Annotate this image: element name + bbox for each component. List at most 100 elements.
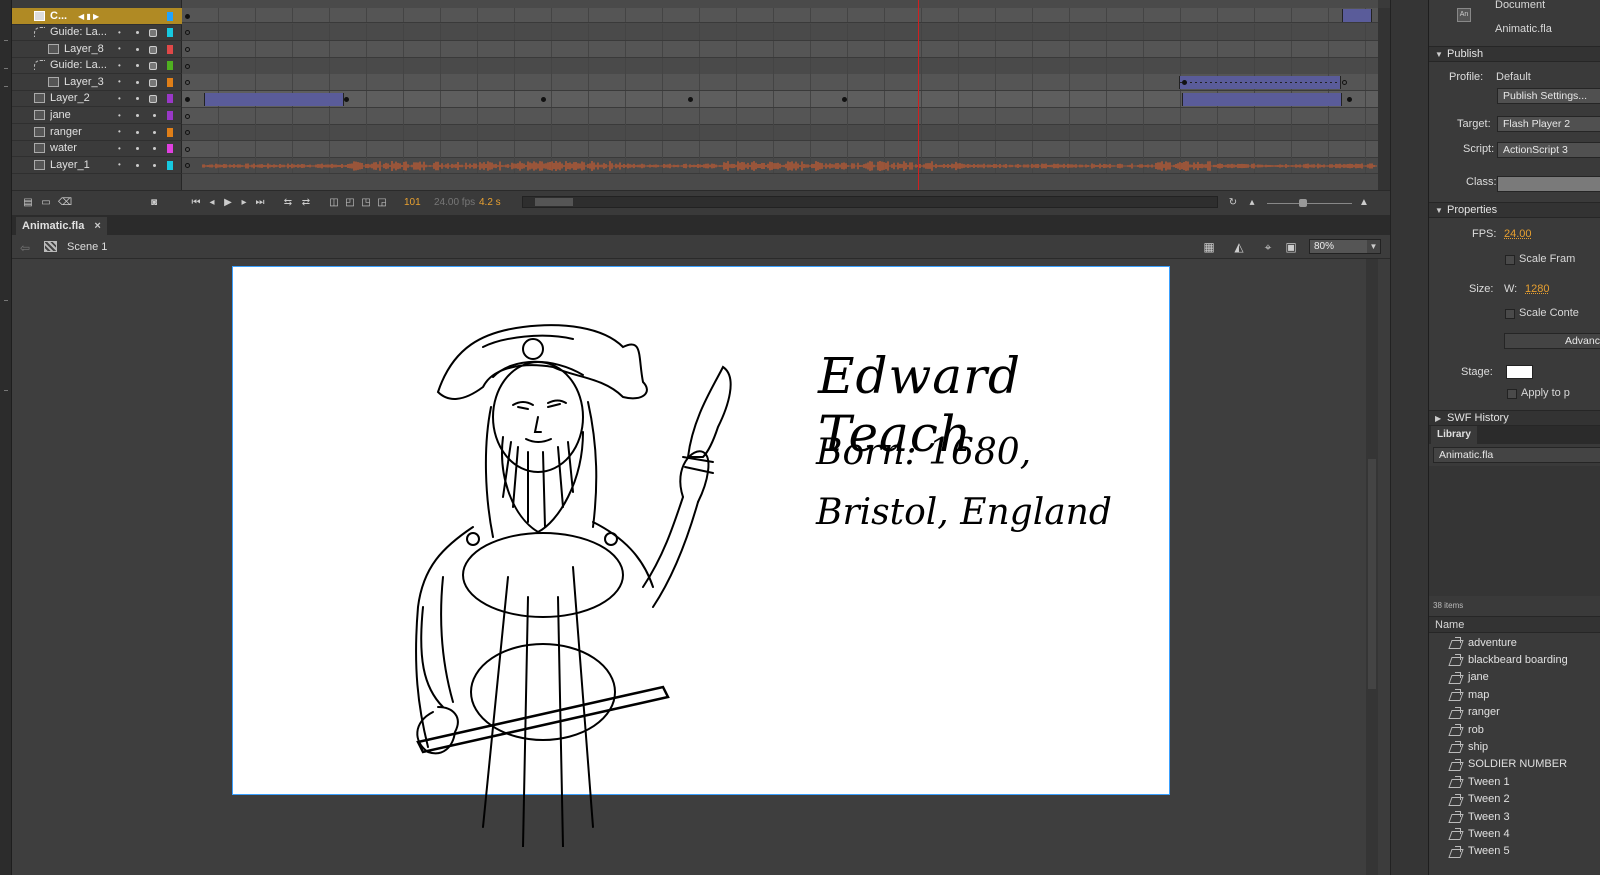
frame-row[interactable]: [182, 157, 1378, 174]
keyframe[interactable]: [344, 97, 349, 102]
layer-name[interactable]: Layer_2: [50, 92, 112, 104]
library-item[interactable]: jane: [1429, 669, 1600, 686]
delete-icon[interactable]: ⌫: [58, 197, 72, 208]
refresh-icon[interactable]: ↻: [1227, 197, 1239, 208]
lock-icon[interactable]: [149, 78, 157, 87]
layer-row[interactable]: Layer_1 •: [12, 157, 182, 174]
visibility-icon[interactable]: •: [118, 44, 121, 53]
layer-row[interactable]: Guide: La... •: [12, 24, 182, 41]
frame-row[interactable]: [182, 124, 1378, 141]
clip-stage-icon[interactable]: ▣: [1284, 240, 1298, 254]
frame-row[interactable]: [182, 108, 1378, 125]
lock-toggle-icon[interactable]: [153, 114, 156, 117]
onion-skin-icon[interactable]: ◫: [328, 197, 340, 208]
visibility-icon[interactable]: •: [118, 94, 121, 103]
layer-name[interactable]: Layer_1: [50, 159, 112, 171]
stage-color-swatch[interactable]: [1506, 365, 1533, 379]
outline-toggle-icon[interactable]: [136, 80, 139, 84]
lock-icon[interactable]: [149, 45, 157, 54]
layer-name[interactable]: water: [50, 142, 112, 154]
current-frame[interactable]: 101: [404, 197, 421, 208]
timeline-horizontal-scrollbar[interactable]: [522, 196, 1218, 208]
layer-color-swatch[interactable]: [167, 28, 173, 37]
layer-name[interactable]: Layer_8: [64, 43, 126, 55]
properties-section[interactable]: ▼ Properties: [1429, 202, 1600, 218]
layer-color-swatch[interactable]: [167, 61, 173, 71]
tab-library[interactable]: Library: [1431, 426, 1477, 444]
tween-span[interactable]: [204, 93, 344, 106]
outline-toggle-icon[interactable]: [136, 163, 139, 167]
layer-name[interactable]: Guide: La...: [50, 59, 112, 71]
layer-row[interactable]: ranger •: [12, 124, 182, 141]
visibility-icon[interactable]: •: [118, 28, 121, 37]
layer-row[interactable]: Layer_2 •: [12, 90, 182, 108]
keyframe[interactable]: [842, 97, 847, 102]
keyframe[interactable]: [185, 64, 190, 69]
fps-value[interactable]: 24.00: [1504, 228, 1532, 240]
chevron-down-icon[interactable]: ▼: [1367, 240, 1380, 253]
lock-toggle-icon[interactable]: [153, 163, 156, 167]
camera-icon[interactable]: ◙: [148, 197, 160, 208]
tween-span[interactable]: [1182, 93, 1342, 106]
timeline-zoom-knob[interactable]: [1299, 199, 1307, 207]
library-item[interactable]: map: [1429, 686, 1600, 703]
frame-row[interactable]: [182, 91, 1378, 108]
new-folder-icon[interactable]: ▭: [40, 197, 52, 208]
keyframe[interactable]: [688, 97, 693, 102]
step-back-icon[interactable]: ◂: [206, 197, 218, 208]
library-item[interactable]: Tween 5: [1429, 843, 1600, 860]
scale-frames-checkbox[interactable]: [1505, 255, 1515, 265]
library-column-name[interactable]: Name: [1429, 616, 1600, 633]
frame-rate[interactable]: 24.00 fps: [434, 197, 475, 208]
library-item[interactable]: blackbeard boarding: [1429, 651, 1600, 668]
scale-content-checkbox[interactable]: [1505, 309, 1515, 319]
keyframe[interactable]: [1347, 97, 1352, 102]
edit-symbol-icon[interactable]: ◭: [1232, 240, 1246, 254]
library-item[interactable]: ranger: [1429, 704, 1600, 721]
lock-icon[interactable]: [149, 62, 157, 71]
layer-row[interactable]: jane •: [12, 107, 182, 124]
layer-color-swatch[interactable]: [167, 160, 173, 170]
layer-color-swatch[interactable]: [167, 127, 173, 137]
outline-toggle-icon[interactable]: [136, 64, 139, 68]
stage-scrollbar[interactable]: [1366, 259, 1378, 875]
layer-row[interactable]: Layer_8 •: [12, 41, 182, 58]
frame-row[interactable]: [182, 58, 1378, 75]
stage-canvas[interactable]: Edward Teach Born: 1680, Bristol, Englan…: [232, 266, 1170, 847]
frame-row[interactable]: [182, 41, 1378, 58]
class-field[interactable]: [1497, 176, 1600, 192]
layer-color-swatch[interactable]: [167, 44, 173, 54]
first-frame-icon[interactable]: ⏮: [190, 197, 202, 208]
keyframe[interactable]: [185, 14, 190, 19]
library-item[interactable]: adventure: [1429, 634, 1600, 651]
timeline-scrollbar[interactable]: [1378, 8, 1390, 190]
library-item[interactable]: Tween 2: [1429, 791, 1600, 808]
outline-toggle-icon[interactable]: [136, 130, 139, 134]
elapsed-time[interactable]: 4.2 s: [479, 197, 501, 208]
layer-name[interactable]: jane: [50, 109, 112, 121]
keyframe[interactable]: [185, 114, 190, 119]
frame-row[interactable]: [182, 24, 1378, 41]
publish-section[interactable]: ▼ Publish: [1429, 46, 1600, 62]
keyframe[interactable]: [185, 147, 190, 152]
tab-animatic[interactable]: Animatic.fla ×: [16, 217, 107, 235]
layer-color-swatch[interactable]: [167, 94, 173, 104]
small-mountain-icon[interactable]: ▴: [1246, 197, 1258, 208]
lock-toggle-icon[interactable]: [153, 147, 156, 151]
zoom-select[interactable]: 80% ▼: [1309, 239, 1381, 254]
tween-span[interactable]: [1342, 9, 1372, 22]
script-select[interactable]: ActionScript 3: [1497, 142, 1600, 158]
library-item[interactable]: rob: [1429, 721, 1600, 738]
keyframe[interactable]: [185, 30, 190, 35]
timeline-zoom-slider[interactable]: [1267, 203, 1352, 204]
keyframe[interactable]: [185, 97, 190, 102]
layer-color-swatch[interactable]: [167, 144, 173, 154]
edit-scene-icon[interactable]: ▦: [1202, 240, 1216, 254]
close-icon[interactable]: ×: [94, 220, 100, 232]
tween-span[interactable]: [1179, 76, 1341, 89]
library-item[interactable]: SOLDIER NUMBER: [1429, 756, 1600, 773]
playhead[interactable]: [918, 0, 919, 190]
visibility-icon[interactable]: •: [118, 160, 121, 169]
swf-history-section[interactable]: ▶ SWF History: [1429, 410, 1600, 426]
frames-grid[interactable]: [182, 0, 1378, 190]
